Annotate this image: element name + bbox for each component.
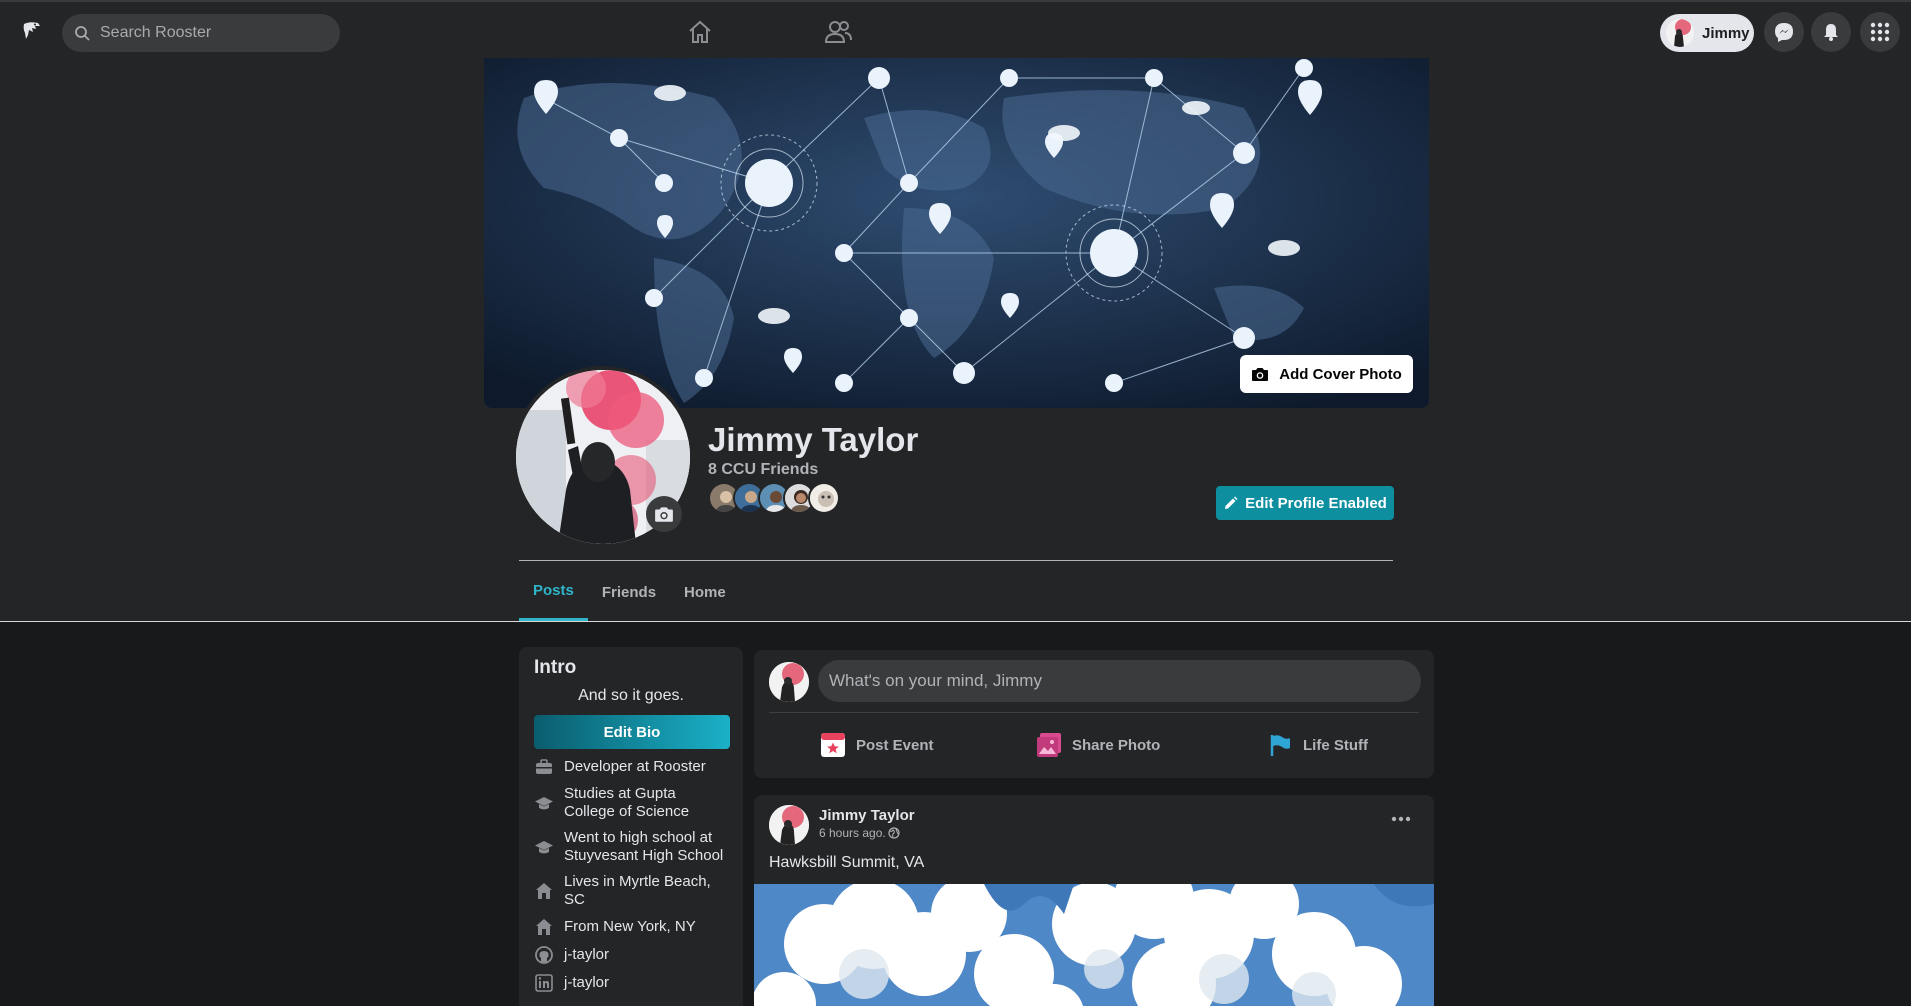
- share-photo-label: Share Photo: [1072, 736, 1161, 754]
- notifications-button[interactable]: [1811, 12, 1851, 52]
- camera-icon: [1252, 368, 1269, 381]
- tab-home[interactable]: Home: [670, 563, 740, 621]
- post-time-text: 6 hours ago.: [819, 826, 886, 840]
- camera-icon: [655, 507, 673, 522]
- intro-item-college: Studies at Gupta College of Science: [534, 785, 728, 821]
- avatar: [769, 662, 809, 702]
- linkedin-icon: [534, 973, 554, 993]
- briefcase-icon: [534, 757, 554, 777]
- intro-item-label: Developer at Rooster: [564, 758, 706, 775]
- edit-profile-button[interactable]: Edit Profile Enabled: [1216, 486, 1394, 520]
- rooster-logo-icon[interactable]: [20, 19, 44, 43]
- life-stuff-label: Life Stuff: [1303, 736, 1368, 754]
- messenger-button[interactable]: [1764, 12, 1804, 52]
- tab-friends[interactable]: Friends: [588, 563, 670, 621]
- intro-item-label: Went to high school at Stuyvesant High S…: [564, 829, 724, 864]
- edit-profile-label: Edit Profile Enabled: [1245, 494, 1387, 512]
- profile-divider: [519, 560, 1393, 561]
- post-options-button[interactable]: [1386, 809, 1416, 829]
- life-stuff-button[interactable]: Life Stuff: [1269, 730, 1368, 760]
- friend-count[interactable]: 8 CCU Friends: [708, 461, 818, 479]
- edit-bio-button[interactable]: Edit Bio: [534, 715, 730, 749]
- friend-avatar[interactable]: [808, 482, 840, 514]
- calendar-icon: [821, 733, 845, 757]
- intro-card: Intro And so it goes. Edit Bio Developer…: [519, 647, 743, 1006]
- add-cover-photo-label: Add Cover Photo: [1279, 365, 1402, 383]
- photo-icon: [1037, 733, 1061, 757]
- user-profile-chip[interactable]: Jimmy: [1660, 14, 1754, 52]
- github-icon: [534, 945, 554, 965]
- menu-button[interactable]: [1860, 12, 1900, 52]
- post-text: Hawksbill Summit, VA: [769, 854, 925, 871]
- avatar[interactable]: [769, 805, 809, 845]
- flag-icon: [1270, 735, 1290, 756]
- friend-avatars[interactable]: [708, 482, 840, 514]
- header-divider: [0, 621, 1911, 622]
- intro-item-lives: Lives in Myrtle Beach, SC: [534, 873, 728, 909]
- intro-item-label: Studies at Gupta College of Science: [564, 785, 690, 820]
- profile-tabs: Posts Friends Home: [519, 563, 740, 621]
- house-icon: [534, 917, 554, 937]
- bell-icon: [1824, 24, 1838, 41]
- share-photo-button[interactable]: Share Photo: [1036, 730, 1160, 760]
- intro-item-label: j-taylor: [564, 946, 610, 963]
- messenger-icon: [1775, 23, 1793, 42]
- top-nav-bar: Jimmy: [0, 0, 1911, 58]
- friends-icon[interactable]: [822, 16, 854, 48]
- post-timestamp: 6 hours ago.: [819, 826, 900, 840]
- more-options-icon: [1391, 816, 1411, 822]
- post-composer: Post Event Share Photo Life Stuff: [754, 650, 1434, 778]
- add-cover-photo-button[interactable]: Add Cover Photo: [1240, 355, 1413, 393]
- avatar: [1666, 19, 1694, 47]
- composer-divider: [769, 712, 1419, 713]
- home-icon[interactable]: [684, 16, 716, 48]
- tab-posts[interactable]: Posts: [519, 563, 588, 621]
- graduation-cap-icon: [534, 793, 554, 813]
- graduation-cap-icon: [534, 837, 554, 857]
- search-icon: [75, 26, 90, 41]
- intro-item-label: j-taylor: [564, 974, 610, 991]
- intro-item-linkedin[interactable]: j-taylor: [534, 973, 728, 993]
- post-photo[interactable]: [754, 884, 1434, 1006]
- post-card: Jimmy Taylor 6 hours ago. Hawksbill Summ…: [754, 795, 1434, 1006]
- post-event-button[interactable]: Post Event: [820, 730, 934, 760]
- intro-title: Intro: [534, 657, 577, 678]
- intro-item-high-school: Went to high school at Stuyvesant High S…: [534, 829, 728, 865]
- pencil-icon: [1225, 496, 1238, 509]
- intro-item-label: Lives in Myrtle Beach, SC: [564, 873, 711, 908]
- bio-text: And so it goes.: [578, 687, 684, 704]
- post-author[interactable]: Jimmy Taylor: [819, 807, 915, 824]
- search-input[interactable]: [100, 24, 320, 42]
- whats-on-your-mind-input[interactable]: [818, 660, 1421, 702]
- globe-icon: [888, 827, 900, 839]
- intro-item-work: Developer at Rooster: [534, 757, 728, 777]
- post-event-label: Post Event: [856, 736, 934, 754]
- house-icon: [534, 881, 554, 901]
- intro-item-github[interactable]: j-taylor: [534, 945, 728, 965]
- user-chip-name: Jimmy: [1702, 24, 1750, 42]
- grid-menu-icon: [1870, 22, 1890, 42]
- search-bar[interactable]: [62, 14, 340, 52]
- intro-item-from: From New York, NY: [534, 917, 728, 937]
- intro-item-label: From New York, NY: [564, 918, 696, 935]
- change-profile-picture-button[interactable]: [646, 496, 682, 532]
- profile-name: Jimmy Taylor: [708, 421, 919, 458]
